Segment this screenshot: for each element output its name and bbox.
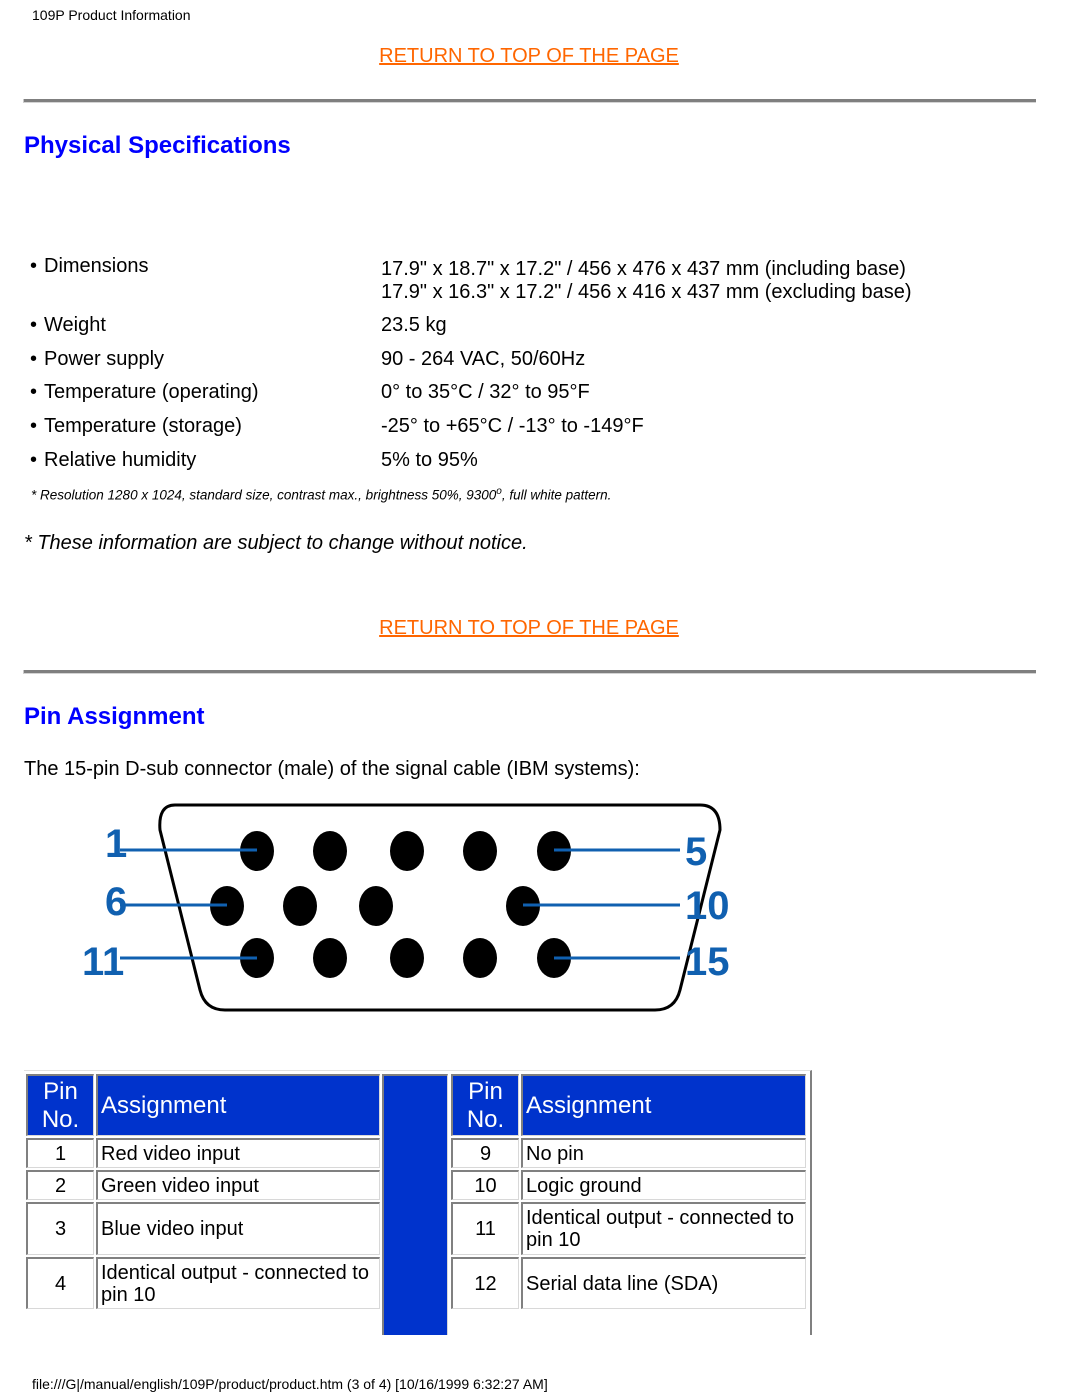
pin-number-cell: 2 <box>26 1170 94 1200</box>
pin-4 <box>463 831 497 871</box>
pin-number-cell: 12 <box>451 1257 519 1309</box>
return-to-top-link[interactable]: RETURN TO TOP OF THE PAGE <box>0 617 1058 640</box>
bullet-icon: • <box>30 348 38 370</box>
spec-label-power-supply: • Power supply <box>30 348 165 370</box>
return-to-top-link[interactable]: RETURN TO TOP OF THE PAGE <box>0 45 1058 68</box>
spec-label-temperature-storage: • Temperature (storage) <box>30 415 242 437</box>
pin-number-cell: 10 <box>451 1170 519 1200</box>
pin-number-cell: 3 <box>26 1202 94 1255</box>
pin-assignment-table: Pin No. Assignment 1 Red video input 2 G… <box>24 1070 812 1335</box>
bullet-icon: • <box>30 415 38 437</box>
header-pin-no: Pin No. <box>451 1074 519 1136</box>
spec-label-relative-humidity: • Relative humidity <box>30 449 197 471</box>
connector-description: The 15-pin D-sub connector (male) of the… <box>24 758 640 780</box>
pin-3 <box>390 831 424 871</box>
physical-specifications-heading: Physical Specifications <box>24 132 291 159</box>
diagram-label-15: 15 <box>685 940 730 984</box>
diagram-label-6: 6 <box>105 880 127 924</box>
pin-14 <box>463 938 497 978</box>
pin-2 <box>313 831 347 871</box>
pin-assignment-cell: No pin <box>521 1138 806 1168</box>
pin-8 <box>359 886 393 926</box>
resolution-footnote: * Resolution 1280 x 1024, standard size,… <box>31 486 612 503</box>
pin-number-cell: 11 <box>451 1202 519 1255</box>
bullet-icon: • <box>30 314 38 336</box>
pin-12 <box>313 938 347 978</box>
spec-value-power-supply: 90 - 264 VAC, 50/60Hz <box>381 348 586 370</box>
horizontal-rule <box>23 99 1036 103</box>
pin-assignment-cell: Blue video input <box>96 1202 380 1255</box>
pin-assignment-heading: Pin Assignment <box>24 703 205 730</box>
pin-assignment-cell: Red video input <box>96 1138 380 1168</box>
header-assignment: Assignment <box>96 1074 380 1136</box>
pin-assignment-cell: Identical output - connected to pin 10 <box>96 1257 380 1309</box>
spec-label-weight: • Weight <box>30 314 106 336</box>
header-assignment: Assignment <box>521 1074 806 1136</box>
spec-value-dimensions: 17.9" x 18.7" x 17.2" / 456 x 476 x 437 … <box>381 258 912 303</box>
bullet-icon: • <box>30 381 38 403</box>
page-header: 109P Product Information <box>32 7 191 23</box>
change-notice: * These information are subject to chang… <box>24 532 528 554</box>
bullet-icon: • <box>30 255 38 277</box>
diagram-label-11: 11 <box>82 940 124 984</box>
pin-number-cell: 1 <box>26 1138 94 1168</box>
dsub-connector-diagram: 1 5 6 10 11 15 <box>82 803 730 1012</box>
diagram-label-1: 1 <box>105 822 127 866</box>
page-footer: file:///G|/manual/english/109P/product/p… <box>32 1376 548 1392</box>
diagram-label-5: 5 <box>685 830 707 874</box>
spec-label-temperature-operating: • Temperature (operating) <box>30 381 259 403</box>
bullet-icon: • <box>30 449 38 471</box>
pin-assignment-cell: Logic ground <box>521 1170 806 1200</box>
horizontal-rule <box>23 670 1036 674</box>
pin-13 <box>390 938 424 978</box>
pin-7 <box>283 886 317 926</box>
spec-value-temperature-storage: -25° to +65°C / -13° to -149°F <box>381 415 644 437</box>
table-separator-column <box>382 1074 448 1335</box>
spec-value-relative-humidity: 5% to 95% <box>381 449 478 471</box>
diagram-label-10: 10 <box>685 884 730 928</box>
pin-assignment-cell: Identical output - connected to pin 10 <box>521 1202 806 1255</box>
pin-assignment-cell: Green video input <box>96 1170 380 1200</box>
pin-number-cell: 4 <box>26 1257 94 1309</box>
spec-value-temperature-operating: 0° to 35°C / 32° to 95°F <box>381 381 590 403</box>
header-pin-no: Pin No. <box>26 1074 94 1136</box>
spec-value-weight: 23.5 kg <box>381 314 447 336</box>
spec-label-dimensions: • Dimensions <box>30 255 149 277</box>
pin-assignment-cell: Serial data line (SDA) <box>521 1257 806 1309</box>
pin-number-cell: 9 <box>451 1138 519 1168</box>
